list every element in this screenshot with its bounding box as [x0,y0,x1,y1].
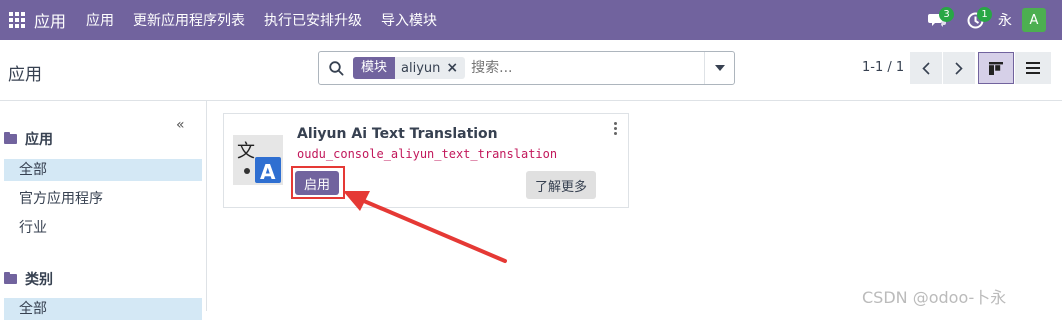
facet-label: 模块 [353,57,396,79]
pager-value[interactable]: 1-1 / 1 [862,60,904,75]
search-bar[interactable]: 模块 aliyun × [318,51,735,85]
activity-clock-icon[interactable]: 1 [956,0,994,40]
module-technical-name: oudu_console_aliyun_text_translation [297,147,558,161]
menu-item-update-apps-list[interactable]: 更新应用程序列表 [133,10,245,30]
card-menu-icon[interactable] [611,122,619,135]
search-icon [319,52,353,84]
page-title: 应用 [8,65,42,85]
list-view-button[interactable] [1015,52,1051,84]
learn-more-button[interactable]: 了解更多 [526,171,596,199]
avatar[interactable]: A [1022,8,1046,32]
folder-icon [4,132,17,144]
apps-menu-icon[interactable] [0,0,34,40]
watermark: CSDN @odoo-卜永 [862,288,1007,307]
list-view-icon [1026,62,1040,74]
facet-value: aliyun [401,60,441,76]
top-navbar: 应用 应用 更新应用程序列表 执行已安排升级 导入模块 3 1 永 A [0,0,1062,40]
search-input[interactable] [471,54,682,82]
pager-previous-button[interactable] [910,52,942,84]
sidebar: « 应用 全部 官方应用程序 行业 类别 全部 [0,101,207,320]
user-name[interactable]: 永 [998,10,1012,30]
messages-icon[interactable]: 3 [918,0,956,40]
module-card[interactable]: 文 A Aliyun Ai Text Translation oudu_cons… [223,113,629,208]
icon-glyph-bottom: A [260,160,276,184]
menu-item-import-module[interactable]: 导入模块 [381,10,437,30]
kanban-view-icon [989,61,1003,75]
activate-button[interactable]: 启用 [295,171,339,195]
translation-icon: 文 A [233,135,283,185]
facet-remove-icon[interactable]: × [446,60,465,76]
module-title: Aliyun Ai Text Translation [297,126,498,142]
messages-badge: 3 [939,7,954,22]
app-brand[interactable]: 应用 [34,8,66,32]
menu-item-apps[interactable]: 应用 [86,10,114,30]
sidebar-section-categories: 类别 [4,269,53,289]
kanban-view-button[interactable] [978,52,1014,84]
sidebar-item-all[interactable]: 全部 [4,159,202,181]
search-options-toggle[interactable] [704,52,734,84]
sidebar-item-category-all[interactable]: 全部 [4,298,202,320]
sidebar-section-apps: 应用 [4,129,53,149]
control-panel: 应用 模块 aliyun × 1-1 / 1 [0,40,1062,101]
search-facet: 模块 aliyun × [353,57,466,79]
sidebar-section-title: 类别 [25,272,53,288]
sidebar-item-official-apps[interactable]: 官方应用程序 [4,188,202,210]
sidebar-collapse-icon[interactable]: « [176,117,185,133]
activity-badge: 1 [977,7,992,22]
sidebar-item-industries[interactable]: 行业 [4,217,202,239]
sidebar-section-title: 应用 [25,132,53,148]
menu-item-apply-scheduled-upgrades[interactable]: 执行已安排升级 [264,10,362,30]
folder-icon [4,272,17,284]
icon-glyph-top: 文 [237,141,255,162]
pager-next-button[interactable] [943,52,975,84]
